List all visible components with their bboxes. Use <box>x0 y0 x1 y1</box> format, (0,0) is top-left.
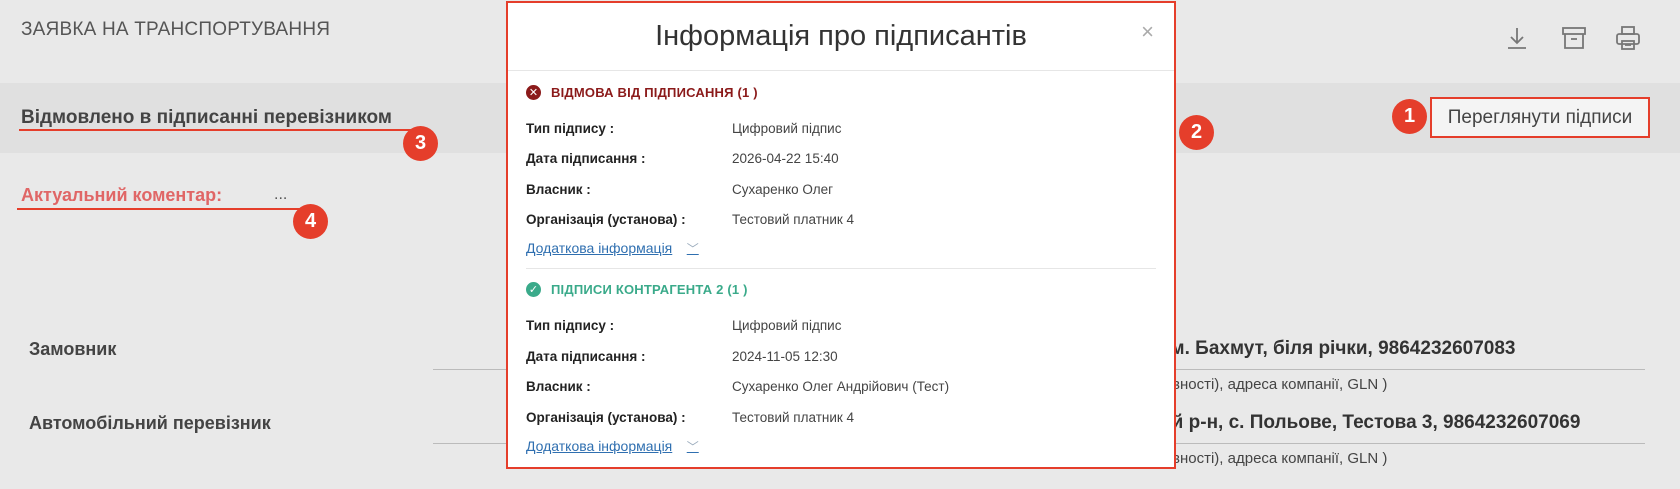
modal-header: Інформація про підписантів × <box>508 3 1174 71</box>
chevron-down-icon[interactable]: ﹀ <box>687 438 699 455</box>
status-text: Відмовлено в підписанні перевізником <box>21 107 392 128</box>
info-row: Тип підпису : Цифровий підпис <box>526 311 1156 342</box>
info-row: Дата підписання : 2026-04-22 15:40 <box>526 144 1156 175</box>
info-row: Тип підпису : Цифровий підпис <box>526 113 1156 144</box>
info-row: Організація (установа) : Тестовий платник… <box>526 402 1156 433</box>
carrier-hint: вності), адреса компанії, GLN ) <box>1172 450 1388 467</box>
chevron-down-icon[interactable]: ﹀ <box>687 240 699 257</box>
info-key: Власник : <box>526 181 591 197</box>
info-row: Власник : Сухаренко Олег <box>526 174 1156 205</box>
info-row: Організація (установа) : Тестовий платник… <box>526 205 1156 236</box>
info-key: Тип підпису : <box>526 120 615 136</box>
more-info-toggle[interactable]: Додаткова інформація ﹀ <box>526 235 1156 262</box>
customer-label: Замовник <box>29 339 117 359</box>
info-key: Дата підписання : <box>526 348 646 364</box>
info-key: Власник : <box>526 379 591 395</box>
info-row: Дата підписання : 2024-11-05 12:30 <box>526 341 1156 372</box>
more-info-link[interactable]: Додаткова інформація <box>526 433 672 459</box>
info-key: Тип підпису : <box>526 318 615 334</box>
counterparty-signatures-section: ✓ ПІДПИСИ КОНТРАГЕНТА 2 (1 ) Тип підпису… <box>508 269 1174 460</box>
info-value: Цифровий підпис <box>732 318 842 334</box>
section-title: ВІДМОВА ВІД ПІДПИСАННЯ (1 ) <box>551 84 758 100</box>
more-info-toggle[interactable]: Додаткова інформація ﹀ <box>526 433 1156 460</box>
reject-icon: ✕ <box>526 84 541 100</box>
archive-icon[interactable] <box>1560 24 1588 52</box>
page-title: ЗАЯВКА НА ТРАНСПОРТУВАННЯ <box>21 19 331 40</box>
info-key: Організація (установа) : <box>526 212 686 228</box>
annotation-badge-3: 3 <box>403 126 438 161</box>
print-icon[interactable] <box>1614 24 1642 52</box>
comment-underline <box>17 208 305 210</box>
info-value: Тестовий платник 4 <box>732 212 855 228</box>
comment-label: Актуальний коментар: <box>21 185 223 205</box>
comment-value: ... <box>274 186 288 203</box>
info-value: Сухаренко Олег Андрійович (Тест) <box>732 379 950 395</box>
customer-hint: вності), адреса компанії, GLN ) <box>1172 376 1388 393</box>
download-icon[interactable] <box>1503 24 1531 52</box>
view-signatures-button[interactable]: Переглянути підписи <box>1430 97 1650 138</box>
carrier-label: Автомобільний перевізник <box>29 413 271 433</box>
close-icon[interactable]: × <box>1141 19 1154 45</box>
status-underline <box>19 129 414 131</box>
modal-title: Інформація про підписантів <box>655 20 1027 52</box>
carrier-value: ий р-н, с. Польове, Тестова 3, 986423260… <box>1160 412 1581 433</box>
rejection-section: ✕ ВІДМОВА ВІД ПІДПИСАННЯ (1 ) Тип підпис… <box>508 71 1174 269</box>
info-value: 2026-04-22 15:40 <box>732 151 839 167</box>
section-title: ПІДПИСИ КОНТРАГЕНТА 2 (1 ) <box>551 282 748 297</box>
annotation-badge-2: 2 <box>1179 115 1214 150</box>
customer-value: , м. Бахмут, біля річки, 9864232607083 <box>1160 338 1516 359</box>
annotation-badge-1: 1 <box>1392 99 1427 134</box>
signers-modal: Інформація про підписантів × ✕ ВІДМОВА В… <box>506 1 1176 469</box>
info-value: Тестовий платник 4 <box>732 409 855 425</box>
more-info-link[interactable]: Додаткова інформація <box>526 235 672 261</box>
info-row: Власник : Сухаренко Олег Андрійович (Тест… <box>526 372 1156 403</box>
check-icon: ✓ <box>526 282 541 297</box>
info-value: 2024-11-05 12:30 <box>732 348 838 364</box>
info-key: Організація (установа) : <box>526 409 686 425</box>
annotation-badge-4: 4 <box>293 204 328 239</box>
info-value: Сухаренко Олег <box>732 181 834 197</box>
info-key: Дата підписання : <box>526 151 646 167</box>
info-value: Цифровий підпис <box>732 120 842 136</box>
